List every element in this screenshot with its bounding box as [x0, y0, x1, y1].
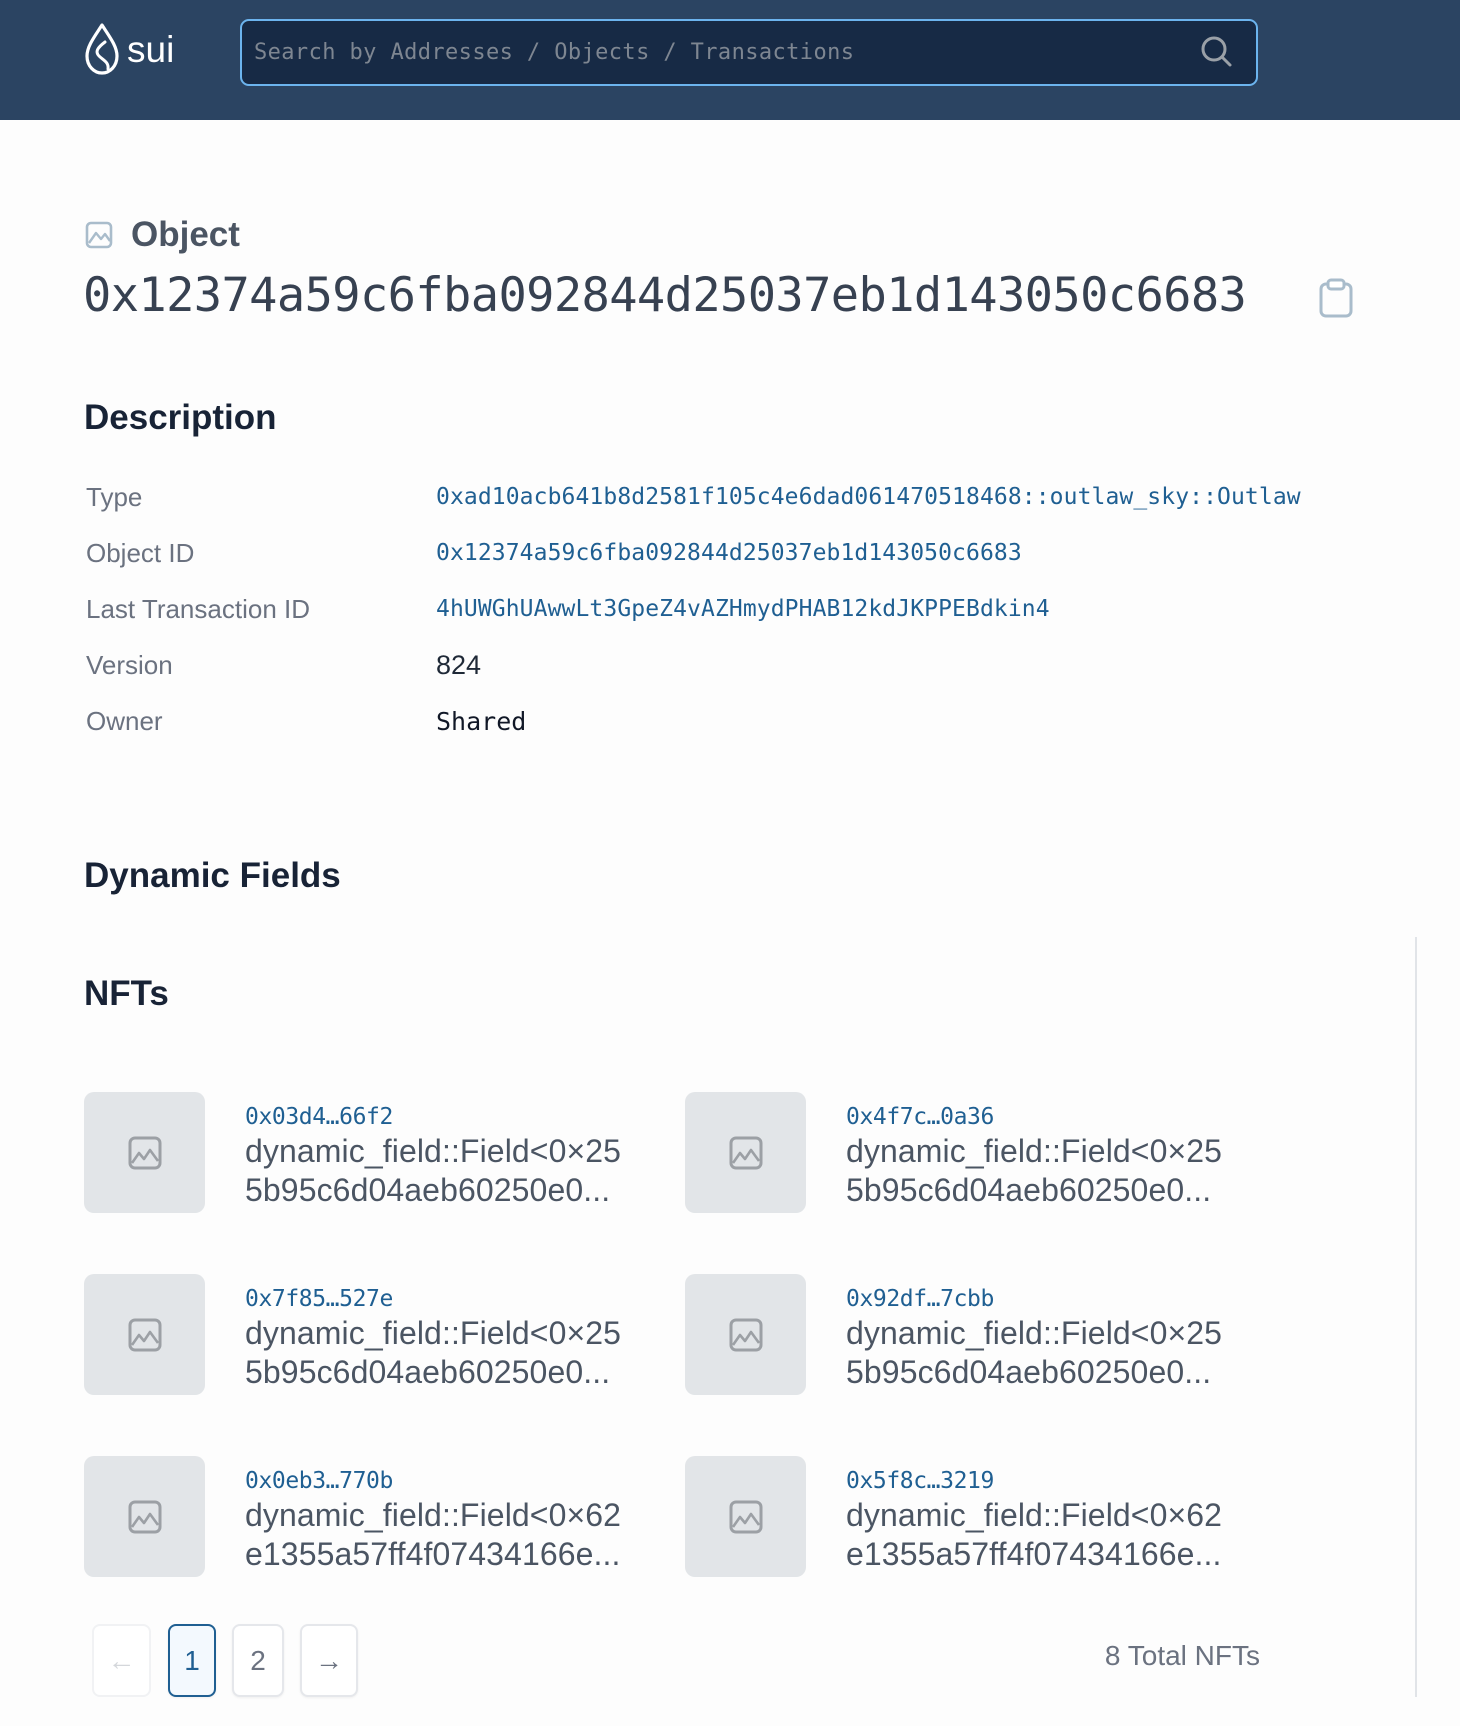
image-placeholder-icon [729, 1500, 762, 1533]
prev-page-button[interactable]: ← [92, 1624, 151, 1697]
total-nfts-count: 8 Total NFTs [1104, 1640, 1260, 1671]
nft-type-line-2: 5b95c6d04aeb60250e0... [846, 1172, 1212, 1208]
image-placeholder-icon [128, 1500, 161, 1533]
search-box [240, 19, 1258, 86]
nft-info: 0x0eb3…770b dynamic_field::Field<0×62 e135… [245, 1456, 621, 1578]
nft-id-link[interactable]: 0x5f8c…3219 [846, 1466, 1222, 1496]
nft-info: 0x5f8c…3219 dynamic_field::Field<0×62 e135… [846, 1456, 1222, 1578]
nft-info: 0x7f85…527e dynamic_field::Field<0×25 5b95… [245, 1274, 621, 1396]
dynamic-fields-heading: Dynamic Fields [84, 856, 341, 895]
description-heading: Description [84, 398, 277, 437]
version-value: 824 [436, 649, 482, 680]
nft-type-line-1: dynamic_field::Field<0×25 [846, 1315, 1223, 1351]
nft-thumbnail[interactable] [685, 1456, 806, 1577]
nft-id-link[interactable]: 0x7f85…527e [245, 1284, 621, 1314]
nft-id-link[interactable]: 0x0eb3…770b [245, 1466, 621, 1496]
sui-logo[interactable]: sui [83, 22, 174, 76]
nft-type-line-1: dynamic_field::Field<0×25 [245, 1133, 622, 1169]
sui-droplet-icon [85, 23, 119, 75]
image-placeholder-icon [729, 1136, 762, 1169]
nft-thumbnail[interactable] [685, 1274, 806, 1395]
description-row-type: Type 0xad10acb641b8d2581f105c4e6dad06147… [86, 477, 1446, 517]
image-placeholder-icon [128, 1136, 161, 1169]
nft-id-link[interactable]: 0x03d4…66f2 [245, 1102, 621, 1132]
type-link[interactable]: 0xad10acb641b8d2581f105c4e6dad0614705184… [436, 484, 1301, 510]
last-transaction-id-link[interactable]: 4hUWGhUAwwLt3GpeZ4vAZHmydPHAB12kdJKPPEBd… [436, 596, 1050, 622]
nft-type-line-1: dynamic_field::Field<0×62 [245, 1497, 622, 1533]
copy-button[interactable] [1318, 278, 1354, 318]
nft-thumbnail[interactable] [84, 1092, 205, 1213]
object-label-text: Object [131, 215, 240, 254]
nft-type-line-2: 5b95c6d04aeb60250e0... [245, 1172, 611, 1208]
last-transaction-id-label: Last Transaction ID [86, 593, 310, 624]
owner-value: Shared [436, 706, 527, 736]
nft-card[interactable]: 0x4f7c…0a36 dynamic_field::Field<0×25 5b95… [685, 1092, 1285, 1214]
nft-type-line-2: e1355a57ff4f07434166e... [846, 1536, 1222, 1572]
description-row-owner: Owner Shared [86, 701, 1446, 741]
page-2-button[interactable]: 2 [232, 1624, 284, 1697]
vertical-divider [1415, 937, 1417, 1697]
logo-text: sui [127, 29, 175, 70]
nft-type-line-2: e1355a57ff4f07434166e... [245, 1536, 621, 1572]
description-row-version: Version 824 [86, 645, 1446, 685]
nft-info: 0x4f7c…0a36 dynamic_field::Field<0×25 5b95… [846, 1092, 1222, 1214]
owner-label: Owner [86, 705, 163, 736]
nft-thumbnail[interactable] [685, 1092, 806, 1213]
nft-card[interactable]: 0x92df…7cbb dynamic_field::Field<0×25 5b95… [685, 1274, 1285, 1396]
nft-thumbnail[interactable] [84, 1456, 205, 1577]
object-type-label: Object [85, 215, 240, 255]
nft-id-link[interactable]: 0x92df…7cbb [846, 1284, 1222, 1314]
search-input[interactable] [254, 21, 1174, 84]
nft-info: 0x92df…7cbb dynamic_field::Field<0×25 5b95… [846, 1274, 1222, 1396]
nft-type-line-1: dynamic_field::Field<0×25 [245, 1315, 622, 1351]
page-1-button[interactable]: 1 [168, 1624, 216, 1697]
clipboard-icon [1319, 278, 1353, 318]
nft-card[interactable]: 0x03d4…66f2 dynamic_field::Field<0×25 5b95… [84, 1092, 684, 1214]
nft-card[interactable]: 0x5f8c…3219 dynamic_field::Field<0×62 e135… [685, 1456, 1285, 1578]
next-page-button[interactable]: → [300, 1624, 358, 1697]
nft-thumbnail[interactable] [84, 1274, 205, 1395]
nft-type-line-2: 5b95c6d04aeb60250e0... [245, 1354, 611, 1390]
nft-type-line-1: dynamic_field::Field<0×25 [846, 1133, 1223, 1169]
version-label: Version [86, 649, 173, 680]
nft-card[interactable]: 0x7f85…527e dynamic_field::Field<0×25 5b95… [84, 1274, 684, 1396]
image-object-icon [85, 221, 113, 249]
object-id-title: 0x12374a59c6fba092844d25037eb1d143050c66… [83, 268, 1247, 323]
nfts-heading: NFTs [84, 974, 169, 1013]
type-label: Type [86, 481, 143, 512]
description-row-last-tx: Last Transaction ID 4hUWGhUAwwLt3GpeZ4vA… [86, 589, 1446, 629]
nft-type-line-1: dynamic_field::Field<0×62 [846, 1497, 1223, 1533]
image-placeholder-icon [729, 1318, 762, 1351]
search-button[interactable] [1196, 31, 1238, 73]
image-placeholder-icon [128, 1318, 161, 1351]
nft-info: 0x03d4…66f2 dynamic_field::Field<0×25 5b95… [245, 1092, 621, 1214]
nft-id-link[interactable]: 0x4f7c…0a36 [846, 1102, 1222, 1132]
object-id-label: Object ID [86, 537, 195, 568]
top-nav-bar: sui [0, 0, 1460, 120]
nft-card[interactable]: 0x0eb3…770b dynamic_field::Field<0×62 e135… [84, 1456, 684, 1578]
search-icon [1201, 36, 1232, 67]
nft-type-line-2: 5b95c6d04aeb60250e0... [846, 1354, 1212, 1390]
description-row-object-id: Object ID 0x12374a59c6fba092844d25037eb1… [86, 533, 1446, 573]
object-id-link[interactable]: 0x12374a59c6fba092844d25037eb1d143050c66… [436, 540, 1022, 566]
